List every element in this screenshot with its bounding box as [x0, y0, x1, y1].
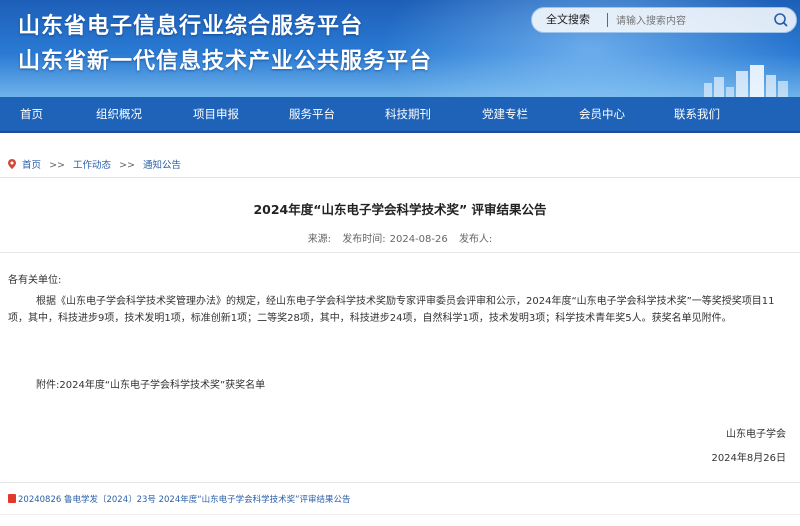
search-divider [607, 13, 608, 27]
search-box: 全文搜索 [531, 7, 797, 33]
signature-org: 山东电子学会 [726, 429, 786, 440]
attachment-note: 附件:2024年度“山东电子学会科学技术奖”获奖名单 [36, 380, 266, 391]
location-pin-icon [8, 159, 16, 169]
signature-date: 2024年8月26日 [711, 453, 786, 464]
search-input[interactable] [614, 10, 768, 32]
breadcrumb-divider [0, 177, 800, 178]
nav-item-members[interactable]: 会员中心 [579, 97, 625, 131]
attachment-file-label[interactable]: 20240826 鲁电学发〔2024〕23号 2024年度“山东电子学会科学技术… [18, 495, 351, 505]
breadcrumb-separator: >> [119, 160, 135, 171]
breadcrumb-home[interactable]: 首页 [22, 160, 41, 171]
attachment-file-link[interactable]: 20240826 鲁电学发〔2024〕23号 2024年度“山东电子学会科学技术… [8, 493, 351, 505]
bottom-divider [0, 514, 800, 515]
publisher-label: 发布人: [458, 234, 493, 245]
breadcrumb: 首页 >> 工作动态 >> 通知公告 [8, 157, 181, 171]
nav-item-home[interactable]: 首页 [20, 97, 43, 131]
city-skyline-illustration [704, 65, 788, 97]
meta-divider [0, 252, 800, 253]
main-nav: 首页 组织概况 项目申报 服务平台 科技期刊 党建专栏 会员中心 联系我们 [0, 97, 800, 133]
publish-date: 2024-08-26 [389, 234, 448, 245]
breadcrumb-separator: >> [49, 160, 65, 171]
site-title-line2: 山东省新一代信息技术产业公共服务平台 [18, 48, 433, 74]
site-title-line1: 山东省电子信息行业综合服务平台 [18, 13, 364, 39]
nav-item-services[interactable]: 服务平台 [289, 97, 335, 131]
nav-item-organization[interactable]: 组织概况 [96, 97, 142, 131]
search-type-label[interactable]: 全文搜索 [540, 8, 596, 32]
search-icon [774, 13, 788, 27]
search-button[interactable] [770, 10, 792, 30]
breadcrumb-notices[interactable]: 通知公告 [143, 160, 181, 171]
article-meta: 来源: 发布时间: 2024-08-26 发布人: [0, 230, 800, 245]
article-body: 根据《山东电子学会科学技术奖管理办法》的规定，经山东电子学会科学技术奖励专家评审… [8, 296, 775, 324]
article-title: 2024年度“山东电子学会科学技术奖” 评审结果公告 [253, 202, 547, 217]
site-header: 山东省电子信息行业综合服务平台 山东省新一代信息技术产业公共服务平台 全文搜索 [0, 0, 800, 97]
nav-item-journals[interactable]: 科技期刊 [385, 97, 431, 131]
pdf-file-icon [8, 494, 16, 503]
nav-item-party[interactable]: 党建专栏 [482, 97, 528, 131]
salutation: 各有关单位: [8, 275, 62, 286]
date-label: 发布时间: [342, 234, 386, 245]
footer-divider [0, 482, 800, 483]
breadcrumb-work-news[interactable]: 工作动态 [73, 160, 111, 171]
source-label: 来源: [307, 234, 332, 245]
nav-item-projects[interactable]: 项目申报 [193, 97, 239, 131]
nav-item-contact[interactable]: 联系我们 [674, 97, 720, 131]
